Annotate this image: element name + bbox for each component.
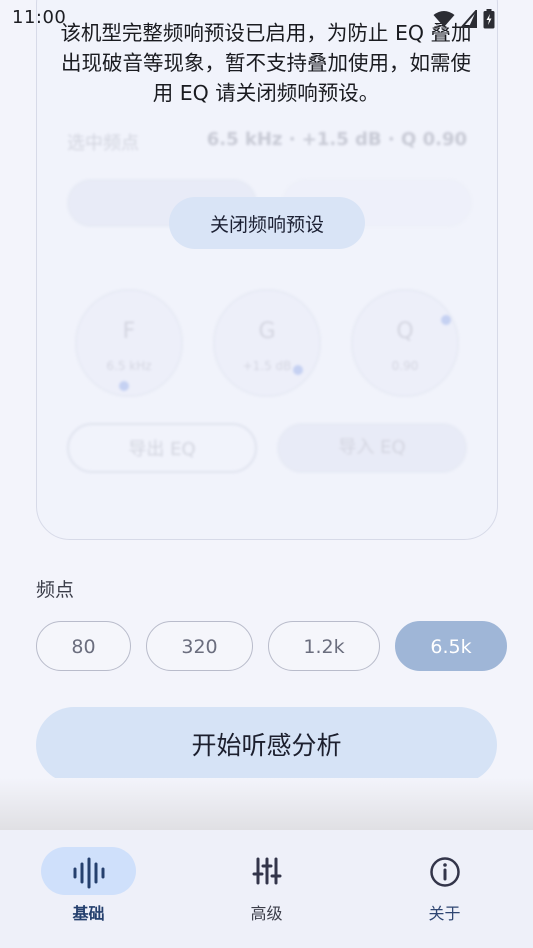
knob-value: 0.90: [391, 359, 419, 373]
selected-band-row: 选中频点 6.5 kHz · +1.5 dB · Q 0.90: [67, 129, 467, 155]
selected-band-label: 选中频点: [67, 133, 139, 154]
frequency-knob[interactable]: F 6.5 kHz: [75, 289, 183, 397]
bottom-navigation: 基础 高级 关于: [0, 830, 533, 948]
waveform-icon: [73, 857, 104, 889]
frequency-chip-80[interactable]: 80: [36, 621, 131, 671]
frequency-chip-6-5k[interactable]: 6.5k: [395, 621, 507, 671]
frequency-label: 频点: [36, 579, 75, 601]
knob-dot: [293, 365, 303, 375]
status-icons: [433, 9, 495, 29]
scroll-fade: [0, 778, 533, 830]
frequency-chip-list: 80 320 1.2k 6.5k: [36, 621, 533, 675]
wifi-icon: [433, 11, 455, 27]
status-time: 11:00: [12, 7, 67, 28]
close-preset-button[interactable]: 关闭频响预设: [169, 197, 365, 249]
knob-dot: [119, 381, 129, 391]
knob-letter: G: [258, 319, 276, 344]
nav-item-basic[interactable]: 基础: [0, 830, 177, 948]
signal-icon: [461, 10, 477, 28]
gain-knob[interactable]: G +1.5 dB: [213, 289, 321, 397]
sliders-icon: [252, 857, 281, 885]
selected-band-value: 6.5 kHz · +1.5 dB · Q 0.90: [206, 129, 467, 150]
status-bar: 11:00: [0, 0, 533, 36]
nav-item-advanced[interactable]: 高级: [178, 830, 355, 948]
start-listening-analysis-button[interactable]: 开始听感分析: [36, 707, 497, 783]
knob-value: +1.5 dB: [242, 359, 292, 373]
knob-dot: [441, 315, 451, 325]
knob-value: 6.5 kHz: [106, 359, 152, 373]
frequency-chip-1-2k[interactable]: 1.2k: [268, 621, 380, 671]
battery-icon: [483, 9, 495, 29]
q-knob[interactable]: Q 0.90: [351, 289, 459, 397]
knob-letter: F: [122, 319, 136, 344]
nav-label-advanced: 高级: [250, 904, 283, 923]
nav-label-basic: 基础: [72, 904, 105, 923]
info-icon: [429, 857, 460, 887]
import-eq-button[interactable]: 导入 EQ: [277, 423, 467, 473]
nav-label-about: 关于: [428, 904, 461, 923]
frequency-chip-320[interactable]: 320: [146, 621, 253, 671]
nav-item-about[interactable]: 关于: [356, 830, 533, 948]
export-eq-button[interactable]: 导出 EQ: [67, 423, 257, 473]
